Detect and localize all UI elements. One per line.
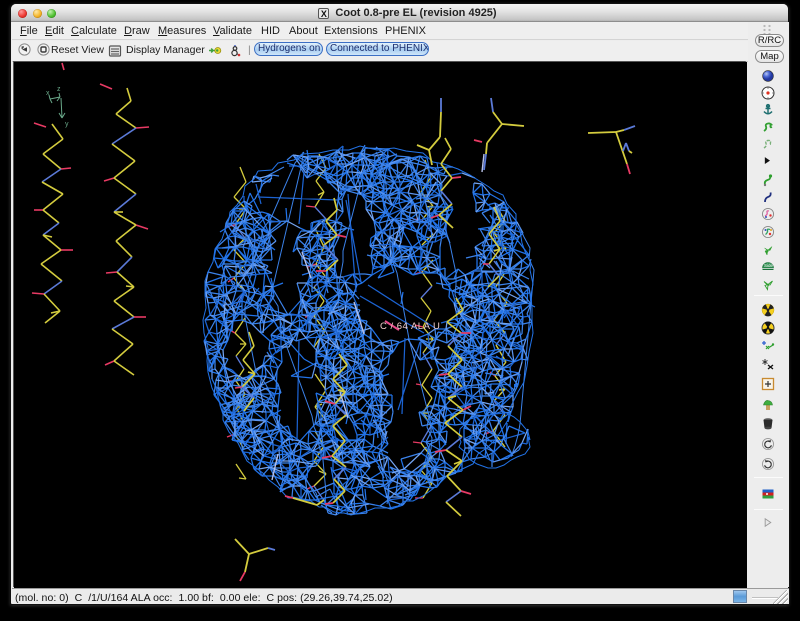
svg-text:y: y (65, 121, 69, 128)
svg-text:z: z (57, 86, 61, 93)
svg-text:C / 64 ALA U: C / 64 ALA U (380, 321, 440, 332)
svg-text:Side: Side (764, 263, 774, 268)
svg-text:x: x (46, 90, 50, 97)
